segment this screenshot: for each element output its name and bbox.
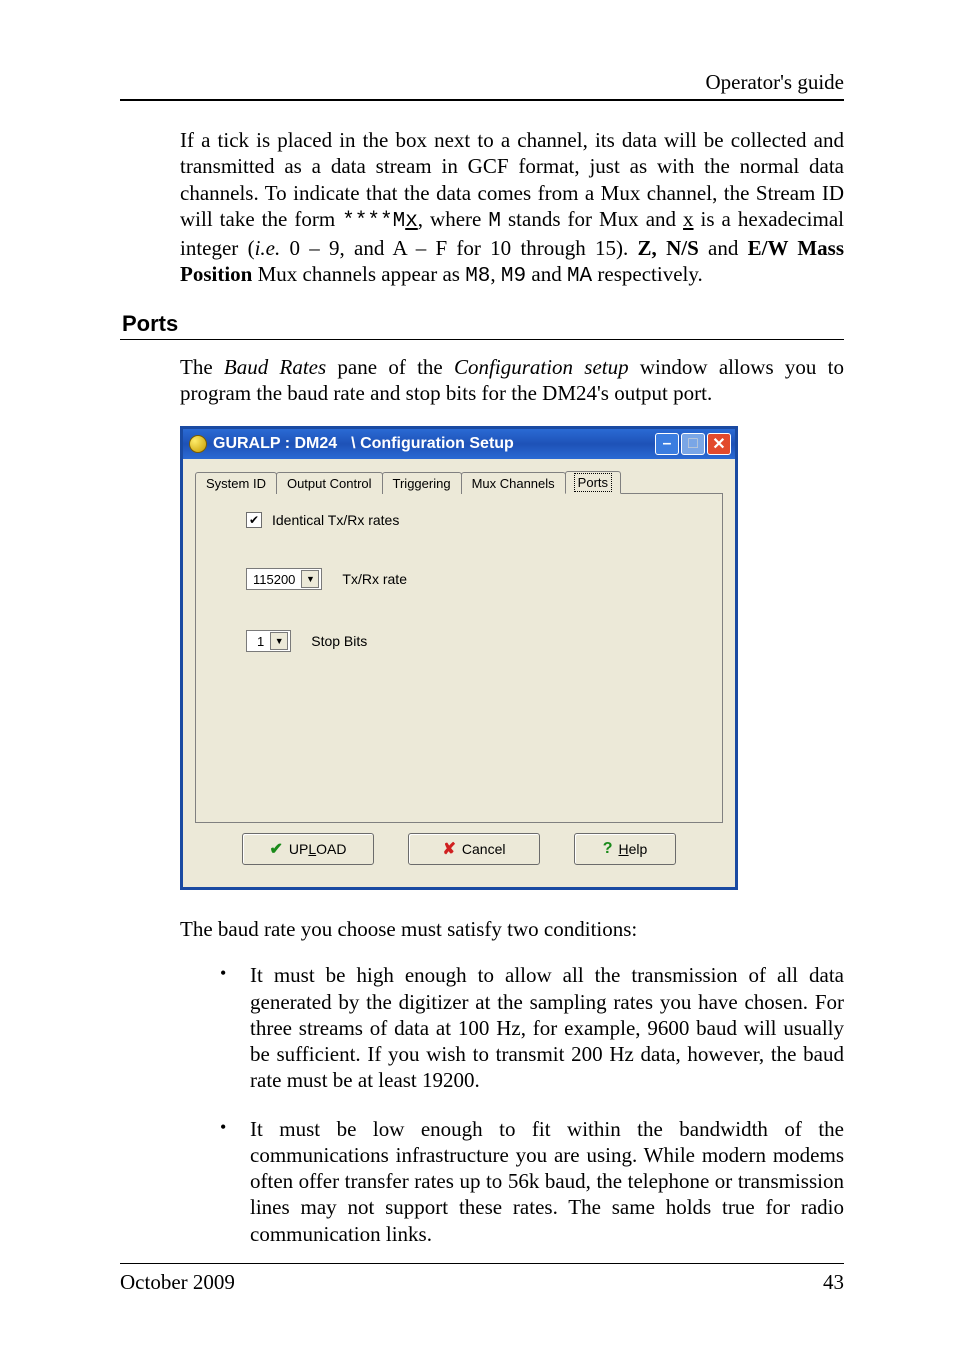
text: respectively. [592,262,703,286]
app-icon [189,435,207,453]
list-item: It must be high enough to allow all the … [220,962,844,1093]
text: and [526,262,567,286]
button-label: Help [618,841,647,857]
text: stands for Mux and [501,207,683,231]
button-label: Cancel [462,841,506,857]
tab-strip: System ID Output Control Triggering Mux … [195,469,723,494]
text: , where [418,207,489,231]
minimize-button[interactable]: – [655,433,679,455]
close-button[interactable]: ✕ [707,433,731,455]
tab-output-control[interactable]: Output Control [276,472,383,494]
code: M [488,210,501,233]
footer-page-number: 43 [823,1270,844,1295]
identical-txrx-checkbox[interactable]: ✔ [246,512,262,528]
window-title-right: \ Configuration Setup [337,435,655,453]
footer-date: October 2009 [120,1270,235,1295]
paragraph-baud-intro: The Baud Rates pane of the Configuration… [180,354,844,407]
text: Z, N/S [638,236,699,260]
txrx-rate-value: 115200 [253,572,295,587]
paragraph-mux-explanation: If a tick is placed in the box next to a… [180,127,844,291]
tab-ports[interactable]: Ports [565,471,621,494]
text: x [683,207,694,231]
tab-mux-channels[interactable]: Mux Channels [461,472,566,494]
text: Configuration setup [454,355,629,379]
stop-bits-label: Stop Bits [311,633,367,649]
running-header: Operator's guide [120,70,844,95]
identical-txrx-label: Identical Tx/Rx rates [272,512,399,528]
header-rule [120,99,844,101]
maximize-button: □ [681,433,705,455]
tab-label: Ports [576,475,610,490]
cancel-button[interactable]: ✘ Cancel [408,833,540,865]
tab-triggering[interactable]: Triggering [382,472,462,494]
text: pane of the [326,355,454,379]
text: and [699,236,748,260]
ports-rule [120,339,844,340]
tab-label: System ID [206,476,266,491]
titlebar[interactable]: GURALP : DM24 \ Configuration Setup – □ … [183,429,735,459]
window-title-left: GURALP : DM24 [213,435,337,453]
stop-bits-select[interactable]: 1 ▼ [246,630,291,652]
code: ****M [342,210,405,233]
text: i.e. [255,236,281,260]
code: M9 [501,265,526,288]
text: The [180,355,224,379]
chevron-down-icon: ▼ [270,632,288,650]
code: M8 [465,265,490,288]
conditions-list: It must be high enough to allow all the … [220,962,844,1247]
configuration-setup-dialog: GURALP : DM24 \ Configuration Setup – □ … [180,426,738,890]
code: x [405,210,418,233]
text: Mux channels appear as [252,262,465,286]
tab-panel-ports: ✔ Identical Tx/Rx rates 115200 ▼ Tx/Rx r… [195,494,723,823]
help-button[interactable]: ? Help [574,833,676,865]
tab-system-id[interactable]: System ID [195,472,277,494]
x-icon: ✘ [443,839,456,859]
check-icon: ✔ [270,839,283,859]
tab-label: Triggering [393,476,451,491]
ports-heading: Ports [122,311,844,337]
text: Baud Rates [224,355,326,379]
page-footer: October 2009 43 [120,1263,844,1295]
paragraph-conditions-intro: The baud rate you choose must satisfy tw… [180,916,844,942]
text: 0 – 9, and A – F for 10 through 15). [280,236,637,260]
list-item: It must be low enough to fit within the … [220,1116,844,1247]
chevron-down-icon: ▼ [301,570,319,588]
stop-bits-value: 1 [257,634,264,649]
question-icon: ? [603,840,613,858]
upload-button[interactable]: ✔ UPLOAD [242,833,374,865]
code: MA [567,265,592,288]
tab-label: Mux Channels [472,476,555,491]
button-label: UPLOAD [289,841,347,857]
tab-label: Output Control [287,476,372,491]
txrx-rate-label: Tx/Rx rate [342,571,407,587]
txrx-rate-select[interactable]: 115200 ▼ [246,568,322,590]
